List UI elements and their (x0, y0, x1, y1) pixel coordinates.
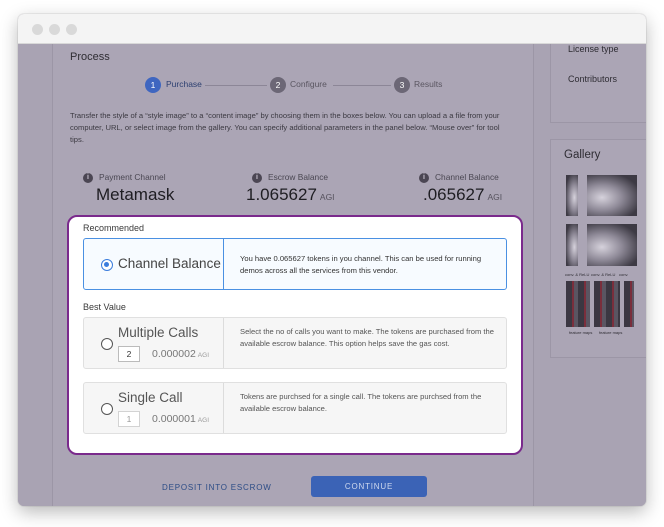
gallery-thumbnail[interactable] (587, 175, 637, 216)
multiple-calls-quantity-input[interactable]: 2 (118, 346, 140, 362)
continue-button[interactable]: CONTINUE (311, 476, 427, 497)
step-3-label: Results (414, 79, 443, 89)
window-titlebar (18, 14, 646, 44)
multiple-calls-option[interactable]: Multiple Calls 2 0.000002 AGI Select the … (83, 317, 507, 369)
single-call-price: 0.000001 (152, 413, 196, 425)
intro-text: Transfer the style of a “style image” to… (70, 111, 500, 144)
single-call-quantity-input: 1 (118, 411, 140, 427)
multiple-calls-radio[interactable] (101, 338, 113, 350)
service-info-panel: License type Contributors (550, 44, 646, 123)
gallery-panel: Gallery conv. & ReLU conv. & ReLU conv. … (550, 139, 646, 358)
channel-balance-radio[interactable] (101, 259, 113, 271)
step-2-label: Configure (290, 79, 327, 89)
gallery-thumbnail[interactable] (566, 224, 578, 266)
step-1-number: 1 (145, 77, 161, 93)
thumb-caption: feature maps (569, 330, 593, 335)
thumb-caption: conv. (619, 272, 629, 277)
single-call-option[interactable]: Single Call 1 0.000001 AGI Tokens are pur… (83, 382, 507, 434)
channel-balance-label: Channel Balance (435, 172, 499, 182)
step-2-number: 2 (270, 77, 286, 93)
deposit-into-escrow-link[interactable]: DEPOSIT INTO ESCROW (162, 483, 272, 492)
escrow-balance-label: Escrow Balance (268, 172, 329, 182)
maximize-window-dot[interactable] (66, 24, 77, 35)
purchase-options-card: Recommended Channel Balance You have 0.0… (67, 215, 523, 455)
step-1-label: Purchase (166, 79, 202, 89)
progress-stepper: 1 Purchase 2 Configure 3 Results (53, 76, 535, 94)
gallery-thumbnail[interactable] (566, 281, 590, 327)
thumb-caption: conv. & ReLU (565, 272, 590, 277)
escrow-balance-value: 1.065627 (246, 184, 317, 204)
channel-balance-option[interactable]: Channel Balance You have 0.065627 tokens… (83, 238, 507, 290)
channel-balance-unit: AGI (487, 191, 503, 202)
minimize-window-dot[interactable] (49, 24, 60, 35)
step-3-number: 3 (394, 77, 410, 93)
channel-balance-description: You have 0.065627 tokens in you channel.… (240, 254, 482, 275)
info-icon[interactable]: i (252, 172, 262, 183)
contributors-label: Contributors (568, 74, 618, 84)
info-icon[interactable]: i (419, 172, 429, 183)
info-icon[interactable]: i (83, 172, 93, 183)
single-call-price-unit: AGI (197, 417, 209, 424)
page-content: Process 1 Purchase 2 Configure 3 Results… (18, 44, 646, 506)
gallery-title: Gallery (564, 149, 601, 161)
recommended-title: Recommended (83, 223, 145, 233)
gallery-thumbnail[interactable] (566, 175, 578, 216)
multiple-calls-price: 0.000002 (152, 348, 196, 360)
single-call-description: Tokens are purchsed for a single call. T… (240, 392, 482, 413)
multiple-calls-description: Select the no of calls you want to make.… (240, 327, 494, 348)
single-call-option-name: Single Call (118, 390, 183, 405)
gallery-thumbnail[interactable] (594, 281, 620, 327)
license-type-label: License type (568, 44, 619, 54)
thumb-caption: feature maps (599, 330, 623, 335)
process-title: Process (70, 51, 110, 63)
escrow-balance-block: i Escrow Balance 1.065627 AGI (246, 172, 402, 205)
channel-balance-option-name: Channel Balance (118, 256, 221, 271)
channel-balance-block: i Channel Balance .065627 AGI (419, 172, 569, 205)
payment-channel-block: i Payment Channel Metamask (83, 172, 233, 205)
browser-window: Process 1 Purchase 2 Configure 3 Results… (18, 14, 646, 506)
best-value-title: Best Value (83, 302, 126, 312)
multiple-calls-option-name: Multiple Calls (118, 325, 199, 340)
gallery-thumbnail[interactable] (624, 281, 634, 327)
single-call-radio[interactable] (101, 403, 113, 415)
step-connector (205, 85, 267, 86)
close-window-dot[interactable] (32, 24, 43, 35)
step-connector (333, 85, 391, 86)
payment-channel-label: Payment Channel (99, 172, 166, 182)
channel-balance-value: .065627 (423, 184, 485, 204)
gallery-thumbnail[interactable] (587, 224, 637, 266)
payment-channel-value: Metamask (96, 184, 175, 204)
escrow-balance-unit: AGI (319, 191, 335, 202)
multiple-calls-price-unit: AGI (197, 352, 209, 359)
thumb-caption: conv. & ReLU (591, 272, 616, 277)
